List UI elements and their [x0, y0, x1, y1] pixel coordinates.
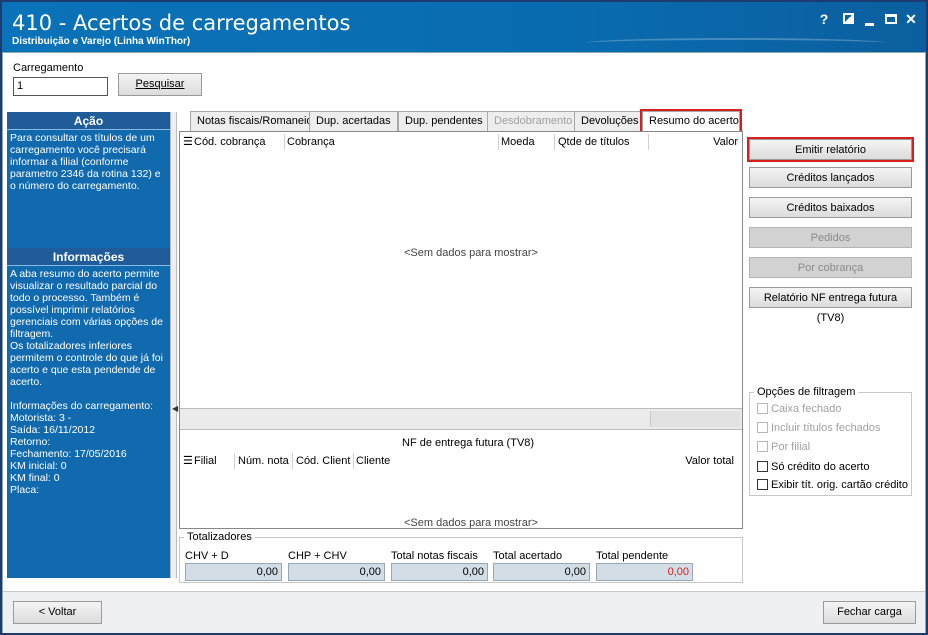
tab-dup-pendentes[interactable]: Dup. pendentes	[398, 111, 490, 131]
checkbox-exibir-tit-cartao[interactable]: Exibir tít. orig. cartão crédito	[757, 479, 908, 491]
total-acertado-value: 0,00	[493, 563, 590, 581]
col-moeda[interactable]: Moeda	[501, 134, 535, 150]
action-text: Para consultar os títulos de um carregam…	[10, 132, 161, 192]
nf-future-report-button[interactable]: Relatório NF entrega futura (TV8)	[749, 287, 912, 324]
help-sidebar: Ação Para consultar os títulos de um car…	[7, 112, 170, 578]
close-load-button[interactable]: Fechar carga	[823, 601, 916, 624]
help-icon[interactable]: ?	[814, 11, 834, 27]
collapse-arrow-icon[interactable]: ◀	[172, 404, 178, 413]
grid1-empty-message: <Sem dados para mostrar>	[404, 247, 538, 259]
col-valor[interactable]: Valor	[713, 134, 738, 150]
total-chp-chv-label: CHP + CHV	[288, 550, 347, 562]
grid2-empty-message: <Sem dados para mostrar>	[404, 517, 538, 529]
filter-options-legend: Opções de filtragem	[757, 386, 856, 398]
total-chv-d-value: 0,00	[185, 563, 282, 581]
tab-notas-fiscais[interactable]: Notas fiscais/Romaneio	[190, 111, 320, 131]
search-button[interactable]: Pesquisar	[118, 73, 202, 96]
credits-launched-button[interactable]: Créditos lançados	[749, 167, 912, 188]
totals-legend: Totalizadores	[187, 531, 252, 543]
total-chv-d-label: CHV + D	[185, 550, 229, 562]
main-content: Carregamento 1 Pesquisar Ação Para consu…	[2, 52, 926, 633]
tab-resumo-acerto[interactable]: Resumo do acerto	[640, 109, 742, 134]
window-title: 410 - Acertos de carregamentos	[12, 11, 351, 35]
credits-cleared-button[interactable]: Créditos baixados	[749, 197, 912, 218]
checkbox-caixa-fechado[interactable]: Caixa fechado	[757, 403, 841, 415]
col-num-nota[interactable]: Núm. nota	[238, 453, 289, 469]
nf-futura-title: NF de entrega futura (TV8)	[402, 437, 535, 449]
col-qtde-titulos[interactable]: Qtde de títulos	[558, 134, 630, 150]
total-notas-fiscais-label: Total notas fiscais	[391, 550, 478, 562]
summary-panel: ☰ Cód. cobrança Cobrança Moeda Qtde de t…	[179, 131, 743, 529]
tab-dup-acertadas[interactable]: Dup. acertadas	[309, 111, 398, 131]
action-heading: Ação	[7, 112, 170, 130]
orders-button[interactable]: Pedidos	[749, 227, 912, 248]
checkbox-so-credito-acerto[interactable]: Só crédito do acerto	[757, 461, 869, 473]
title-decoration	[586, 38, 886, 48]
maximize-icon[interactable]	[881, 11, 901, 27]
title-bar: 410 - Acertos de carregamentos Distribui…	[2, 2, 926, 52]
emit-report-button[interactable]: Emitir relatório	[747, 137, 914, 162]
grid1-footer-bar	[180, 408, 742, 430]
total-chp-chv-value: 0,00	[288, 563, 385, 581]
col-cod-cliente[interactable]: Cód. Client	[296, 453, 350, 469]
load-input[interactable]: 1	[13, 77, 108, 96]
sidebar-splitter[interactable]: ◀	[170, 112, 178, 578]
footer-bar: < Voltar Fechar carga	[3, 591, 925, 633]
total-pendente-value: 0,00	[596, 563, 693, 581]
by-collection-button[interactable]: Por cobrança	[749, 257, 912, 278]
column-chooser-icon[interactable]: ☰	[183, 134, 193, 150]
total-notas-fiscais-value: 0,00	[391, 563, 488, 581]
tab-devolucoes[interactable]: Devoluções	[574, 111, 646, 131]
column-chooser-icon[interactable]: ☰	[183, 453, 193, 469]
load-label: Carregamento	[13, 62, 84, 74]
checkbox-incluir-titulos-fechados[interactable]: Incluir títulos fechados	[757, 422, 880, 434]
close-icon[interactable]: ✕	[901, 11, 921, 28]
window-subtitle: Distribuição e Varejo (Linha WinThor)	[12, 36, 191, 47]
minimize-icon[interactable]	[859, 11, 879, 29]
total-pendente-label: Total pendente	[596, 550, 669, 562]
col-cod-cobranca[interactable]: Cód. cobrança	[194, 134, 266, 150]
col-valor-total[interactable]: Valor total	[685, 453, 734, 469]
total-acertado-label: Total acertado	[493, 550, 563, 562]
back-button[interactable]: < Voltar	[13, 601, 102, 624]
info-text: A aba resumo do acerto permite visualiza…	[10, 268, 163, 496]
col-cobranca[interactable]: Cobrança	[287, 134, 335, 150]
window-mode-icon[interactable]	[838, 11, 858, 27]
checkbox-por-filial[interactable]: Por filial	[757, 441, 810, 453]
col-cliente[interactable]: Cliente	[356, 453, 390, 469]
info-heading: Informações	[7, 248, 170, 266]
app-window: 410 - Acertos de carregamentos Distribui…	[0, 0, 928, 635]
tab-desdobramento[interactable]: Desdobramento	[487, 111, 580, 131]
col-filial[interactable]: Filial	[194, 453, 217, 469]
